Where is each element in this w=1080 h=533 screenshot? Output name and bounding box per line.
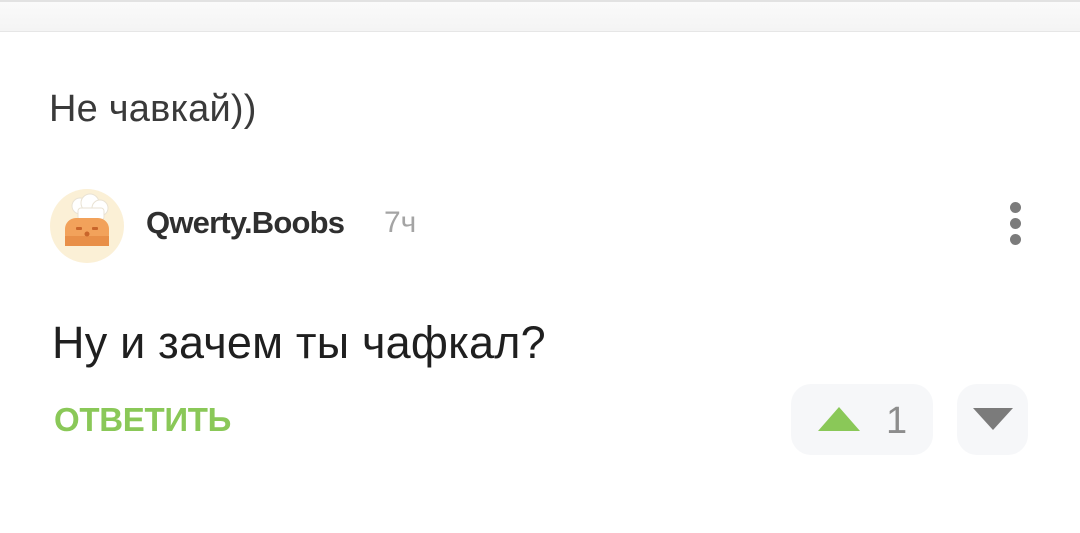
comment-time: 7ч (384, 206, 417, 239)
vote-count: 1 (886, 400, 908, 442)
more-options-button[interactable] (998, 196, 1034, 252)
top-bar (0, 0, 1080, 32)
comment-text: Ну и зачем ты чафкал? (52, 317, 546, 368)
downvote-button[interactable] (957, 384, 1028, 455)
previous-comment-text: Не чавкай)) (49, 88, 257, 130)
avatar[interactable] (50, 189, 124, 263)
vertical-dots-icon (1010, 202, 1021, 213)
triangle-down-icon (973, 408, 1013, 430)
chef-hat-avatar-icon (65, 193, 109, 246)
comment-username[interactable]: Qwerty.Boobs (146, 205, 345, 241)
reply-button[interactable]: ОТВЕТИТЬ (54, 401, 231, 439)
vertical-dots-icon (1010, 218, 1021, 229)
triangle-up-icon (818, 407, 860, 431)
upvote-button[interactable]: 1 (791, 384, 933, 455)
vertical-dots-icon (1010, 234, 1021, 245)
